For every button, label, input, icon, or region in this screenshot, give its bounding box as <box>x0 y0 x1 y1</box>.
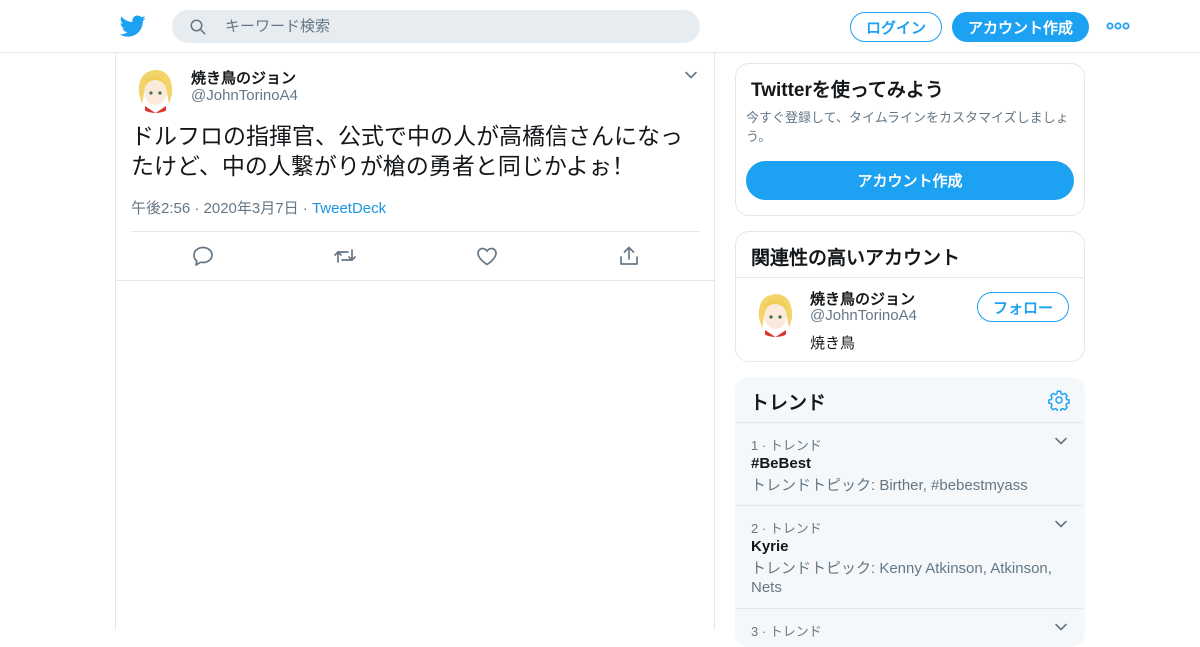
trend-rank: 1 · トレンド <box>751 438 822 453</box>
related-account-bio: 焼き鳥 <box>810 335 856 352</box>
author-name[interactable]: 焼き鳥のジョン <box>191 67 296 88</box>
signup-card-description: 今すぐ登録して、タイムラインをカスタマイズしましょう。 <box>746 110 1069 144</box>
follow-button[interactable]: フォロー <box>977 292 1069 322</box>
top-navigation-bar: ログイン アカウント作成 <box>0 0 1200 53</box>
trends-title: トレンド <box>750 393 827 414</box>
signup-card: Twitterを使ってみよう 今すぐ登録して、タイムラインをカスタマイズしましょ… <box>735 63 1085 216</box>
divider <box>736 277 1084 278</box>
retweet-icon[interactable] <box>333 244 357 268</box>
signup-card-button[interactable]: アカウント作成 <box>746 161 1074 200</box>
chevron-down-icon[interactable] <box>1053 619 1069 635</box>
divider <box>116 280 714 281</box>
tweet-metadata: 午後2:56 · 2020年3月7日 · TweetDeck <box>131 197 386 218</box>
tweet-timestamp[interactable]: 午後2:56 · 2020年3月7日 <box>131 200 299 217</box>
tweet-text-line: たけど、中の人繋がりが槍の勇者と同じかよぉ！ <box>131 153 635 179</box>
chevron-down-icon[interactable] <box>1053 516 1069 532</box>
share-icon[interactable] <box>617 244 641 268</box>
tweet-action-bar <box>116 232 714 280</box>
tweet-detail-column: 焼き鳥のジョン @JohnTorinoA4 ドルフロの指揮官、公式で中の人が高橋… <box>115 53 715 630</box>
trend-rank: 2 · トレンド <box>751 521 822 536</box>
author-avatar[interactable] <box>131 64 180 113</box>
trend-item[interactable]: 2 · トレンド Kyrie トレンドトピック: Kenny Atkinson,… <box>735 506 1085 608</box>
meta-separator: · <box>298 200 312 217</box>
trend-rank: 3 · トレンド <box>751 624 822 639</box>
search-input[interactable] <box>223 17 667 36</box>
trend-topics: トレンドトピック: Birther, #bebestmyass <box>751 477 1028 494</box>
tweet-text: ドルフロの指揮官、公式で中の人が高橋信さんになっ たけど、中の人繋がりが槍の勇者… <box>131 121 701 181</box>
tweet-text-line: ドルフロの指揮官、公式で中の人が高橋信さんになっ <box>131 123 683 149</box>
settings-gear-icon[interactable] <box>1048 389 1070 411</box>
twitter-bird-logo-icon[interactable] <box>120 13 146 39</box>
trend-item[interactable]: 1 · トレンド #BeBest トレンドトピック: Birther, #beb… <box>735 423 1085 505</box>
trends-card: トレンド 1 · トレンド #BeBest トレンドトピック: Birther,… <box>735 377 1085 647</box>
login-button[interactable]: ログイン <box>850 12 942 42</box>
chevron-down-icon[interactable] <box>683 67 699 83</box>
related-accounts-card: 関連性の高いアカウント 焼き鳥のジョン @JohnTorinoA4 焼き鳥 フォ… <box>735 231 1085 362</box>
related-account-name[interactable]: 焼き鳥のジョン <box>810 288 915 309</box>
signup-card-title: Twitterを使ってみよう <box>751 80 944 101</box>
related-account-avatar[interactable] <box>751 288 800 337</box>
signup-button[interactable]: アカウント作成 <box>952 12 1089 42</box>
chevron-down-icon[interactable] <box>1053 433 1069 449</box>
author-handle[interactable]: @JohnTorinoA4 <box>191 87 298 104</box>
related-accounts-title: 関連性の高いアカウント <box>751 248 961 269</box>
tweet-source-link[interactable]: TweetDeck <box>312 200 386 217</box>
avatar-illustration-icon <box>751 288 800 337</box>
trend-name[interactable]: #BeBest <box>751 455 811 472</box>
like-icon[interactable] <box>475 244 499 268</box>
search-icon <box>190 19 206 34</box>
trend-name[interactable]: Kyrie <box>751 538 789 555</box>
trend-item[interactable]: 3 · トレンド <box>735 609 1085 647</box>
trend-topics: トレンドトピック: Kenny Atkinson, Atkinson, Nets <box>751 560 1052 596</box>
more-options-icon[interactable] <box>1106 18 1130 34</box>
search-bar[interactable] <box>172 10 700 43</box>
related-account-handle[interactable]: @JohnTorinoA4 <box>810 307 917 324</box>
reply-icon[interactable] <box>191 244 215 268</box>
avatar-illustration-icon <box>131 64 180 113</box>
